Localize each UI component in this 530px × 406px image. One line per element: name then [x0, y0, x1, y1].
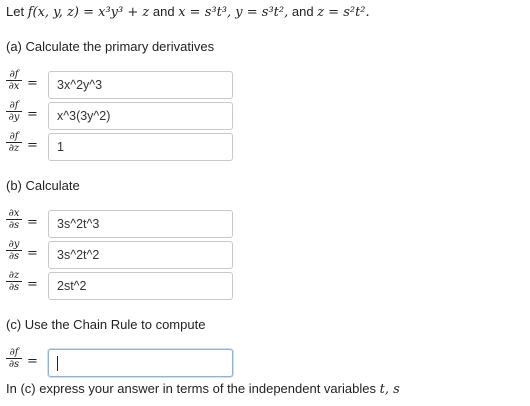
- function-definition: f(x, y, z) = x³y³ + z: [27, 5, 150, 20]
- equals-sign: =: [27, 107, 38, 122]
- equals-sign: =: [27, 277, 38, 292]
- part-a-heading: (a) Calculate the primary derivatives: [6, 39, 215, 54]
- derivative-df-dy: ∂f ∂y: [6, 100, 22, 123]
- df-dx-input[interactable]: 3x^2y^3: [48, 71, 233, 99]
- text-cursor: [57, 356, 58, 372]
- instructions-text: In (c) express your answer in terms of t…: [6, 381, 376, 396]
- part-b-heading: (b) Calculate: [6, 178, 80, 193]
- df-dy-input[interactable]: x^3(3y^2): [48, 102, 233, 130]
- derivative-df-ds: ∂f ∂s: [6, 347, 22, 370]
- and-text-2: and: [291, 4, 314, 19]
- and-text-1: and: [152, 4, 175, 19]
- derivative-dz-ds: ∂z ∂s: [6, 270, 22, 293]
- equals-sign: =: [27, 354, 38, 369]
- dy-ds-input[interactable]: 3s^2t^2: [48, 241, 233, 269]
- derivative-dy-ds: ∂y ∂s: [6, 239, 22, 262]
- x-y-definition: x = s³t³, y = s³t²,: [178, 5, 289, 20]
- equals-sign: =: [27, 76, 38, 91]
- let-text: Let: [6, 4, 25, 19]
- equals-sign: =: [27, 246, 38, 261]
- part-c-heading: (c) Use the Chain Rule to compute: [6, 317, 206, 332]
- df-dz-input[interactable]: 1: [48, 133, 233, 161]
- equals-sign: =: [27, 215, 38, 230]
- independent-variables: t, s: [379, 382, 400, 397]
- derivative-dx-ds: ∂x ∂s: [6, 208, 22, 231]
- equals-sign: =: [27, 138, 38, 153]
- derivative-df-dx: ∂f ∂x: [6, 69, 22, 92]
- dz-ds-input[interactable]: 2st^2: [48, 272, 233, 300]
- df-ds-input[interactable]: [48, 349, 233, 377]
- z-definition: z = s²t².: [317, 5, 370, 20]
- derivative-df-dz: ∂f ∂z: [6, 131, 22, 154]
- dx-ds-input[interactable]: 3s^2t^3: [48, 210, 233, 238]
- answer-instructions: In (c) express your answer in terms of t…: [6, 381, 400, 397]
- problem-statement: Let f(x, y, z) = x³y³ + z and x = s³t³, …: [6, 4, 370, 20]
